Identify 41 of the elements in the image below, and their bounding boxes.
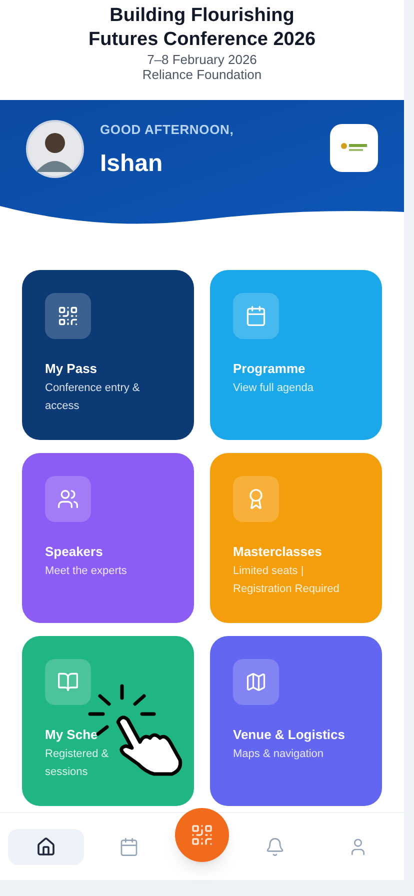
home-icon [36,836,56,856]
card-description: Registration Required [233,582,340,596]
card-description: Meet the experts [45,564,128,578]
card-title: My Pass [45,360,98,378]
calendar-icon [119,836,140,856]
user-name: Ishan [100,148,164,178]
conference-title: Building Flourishing [110,4,294,28]
card-description: access [45,398,80,414]
card-title: Venue & Logistics [233,726,346,744]
award-icon [233,476,279,522]
organizer-name: Reliance Foundation [142,67,262,82]
menu-card[interactable]: My Sche Registered & sessions [22,636,194,806]
people-icon [45,476,91,522]
menu-card[interactable]: Speakers Meet the experts [22,453,194,623]
card-description: Registered & [45,746,110,762]
card-description: sessions [45,764,89,780]
map-icon [233,659,279,705]
card-title: My Sche [45,726,99,744]
card-description: View full agenda [233,380,315,396]
card-title: Speakers [45,543,104,561]
greeting-text: GOOD AFTERNOON, [100,121,235,139]
qr-code-icon [45,293,91,339]
menu-card[interactable]: Masterclasses Limited seats | Registration Required [210,453,382,623]
conference-date: 7–8 February 2026 [147,52,257,67]
logo-icon[interactable] [330,124,378,172]
avatar [26,120,84,178]
card-description: Maps & navigation [233,746,324,762]
conference-title: Futures Conference 2026 [88,28,316,52]
nav-tab[interactable] [8,828,84,864]
bell-icon [264,836,285,856]
scan-button[interactable] [174,808,229,862]
menu-card[interactable]: Venue & Logistics Maps & navigation [210,636,382,806]
book-icon [45,659,91,705]
card-description: Conference entry & [45,380,141,396]
qr-code-icon [190,822,214,846]
card-description: Limited seats | [233,564,305,578]
menu-card[interactable]: Programme View full agenda [210,270,382,440]
menu-card[interactable]: My Pass Conference entry & access [22,270,194,440]
card-title: Programme [233,360,306,378]
card-title: Masterclasses [233,543,323,561]
calendar-icon [233,293,279,339]
